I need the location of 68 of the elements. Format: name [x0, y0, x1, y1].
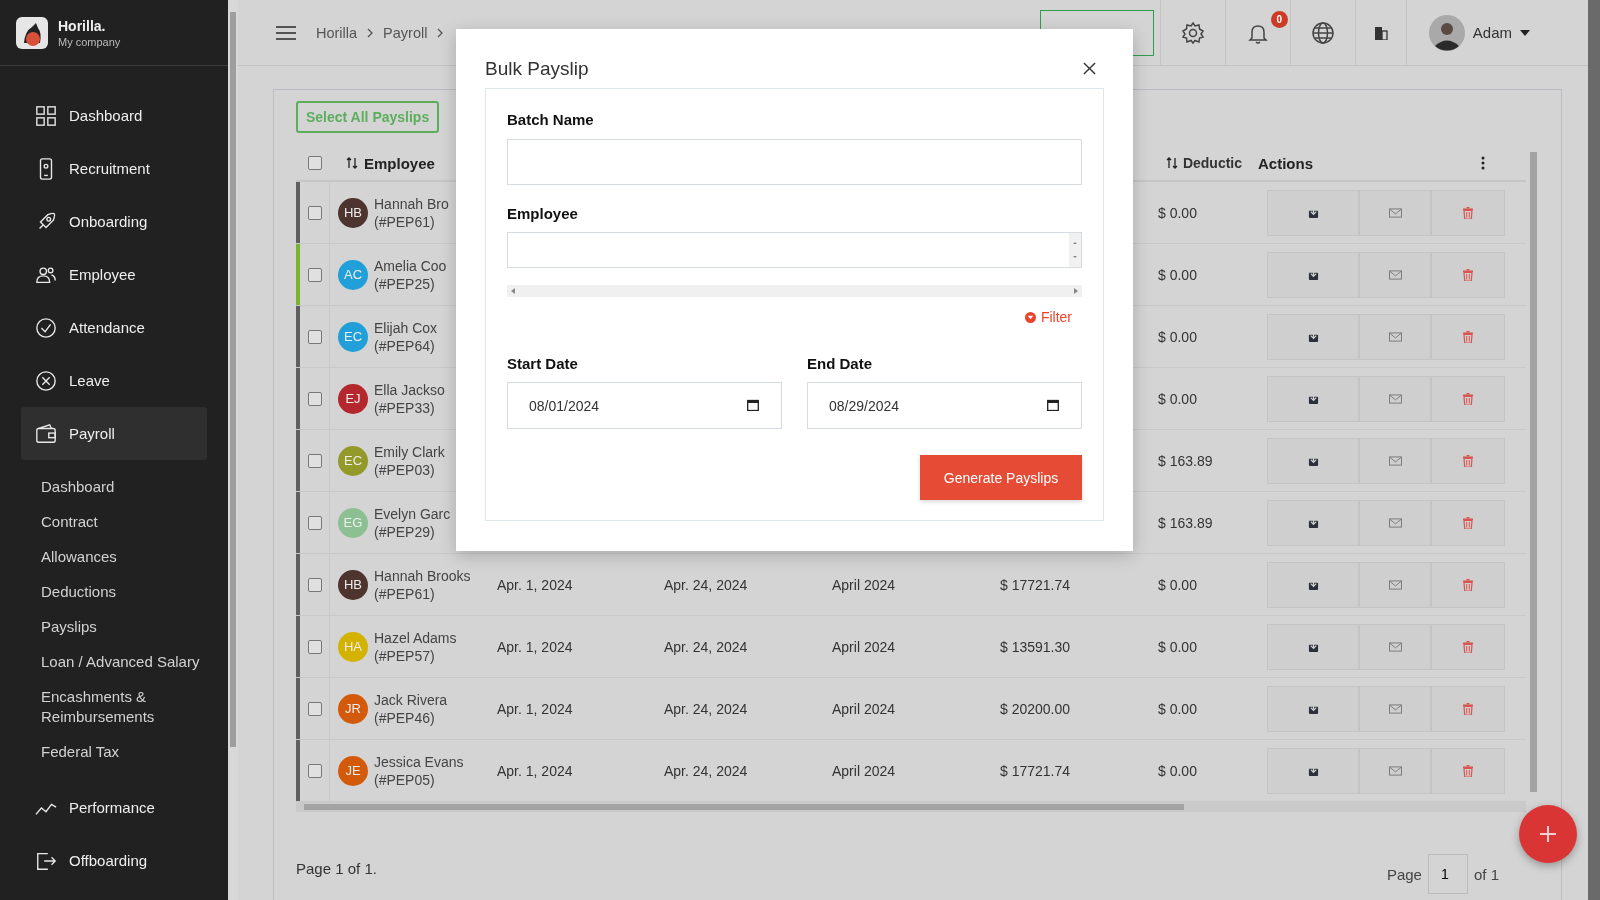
table-cell: $ 0.00	[1158, 700, 1197, 717]
table-cell: Apr. 24, 2024	[664, 700, 748, 717]
avatar: EC	[338, 445, 368, 476]
avatar: JE	[338, 755, 368, 786]
notification-count: 0	[1270, 10, 1288, 28]
page-info: Page 1 of 1.	[296, 859, 377, 877]
employee-name: Hannah Brooks	[374, 566, 471, 585]
employee-code: (#PEP03)	[374, 460, 436, 479]
employee-code: (#PEP05)	[374, 770, 436, 789]
avatar: HB	[338, 569, 368, 600]
employee-name: Ella Jackso	[374, 380, 445, 399]
table-cell: $ 0.00	[1158, 638, 1197, 655]
employee-code: (#PEP61)	[374, 212, 436, 231]
table-cell: $ 0.00	[1158, 266, 1197, 283]
avatar: HA	[338, 631, 368, 662]
employee-code: (#PEP64)	[374, 336, 436, 355]
table-cell: $ 20200.00	[1000, 700, 1071, 717]
table-cell: Apr. 1, 2024	[497, 638, 573, 655]
employee-name: Elijah Cox	[374, 318, 438, 337]
table-cell: Apr. 24, 2024	[664, 762, 748, 779]
avatar: HB	[338, 197, 368, 228]
table-cell: April 2024	[832, 576, 896, 593]
table-cell: $ 0.00	[1158, 390, 1197, 407]
table-cell: Apr. 24, 2024	[664, 638, 748, 655]
employee-name: Jack Rivera	[374, 690, 448, 709]
table-cell: $ 0.00	[1158, 576, 1197, 593]
table-cell: $ 0.00	[1158, 762, 1197, 779]
table-cell: $ 0.00	[1158, 328, 1197, 345]
page-total: of 1	[1473, 865, 1499, 883]
table-cell: April 2024	[832, 762, 896, 779]
employee-code: (#PEP29)	[374, 522, 436, 541]
avatar: AC	[338, 259, 368, 290]
avatar: EC	[338, 321, 368, 352]
employee-code: (#PEP57)	[374, 646, 436, 665]
page-label: Page	[1386, 865, 1422, 883]
table-cell: $ 17721.74	[1000, 576, 1071, 593]
field-label: End Date	[807, 355, 873, 372]
employee-code: (#PEP46)	[374, 708, 436, 727]
company-name: My company	[58, 35, 121, 48]
table-cell: Apr. 1, 2024	[497, 762, 573, 779]
employee-code: (#PEP33)	[374, 398, 436, 417]
employee-name: Jessica Evans	[374, 752, 464, 771]
employee-name: Hazel Adams	[374, 628, 457, 647]
column-header: Actions	[1258, 154, 1313, 172]
table-cell: Apr. 24, 2024	[664, 576, 748, 593]
table-cell: Apr. 1, 2024	[497, 576, 573, 593]
avatar: JR	[338, 693, 368, 724]
employee-name: Amelia Coo	[374, 256, 447, 275]
table-cell: April 2024	[832, 638, 896, 655]
dialog-title: Bulk Payslip	[485, 57, 589, 80]
table-cell: $ 13591.30	[1000, 638, 1071, 655]
employee-name: Hannah Bro	[374, 194, 449, 213]
employee-code: (#PEP25)	[374, 274, 436, 293]
field-label: Start Date	[507, 355, 579, 372]
table-cell: April 2024	[832, 700, 896, 717]
employee-name: Evelyn Garc	[374, 504, 451, 523]
field-label: Employee	[507, 205, 579, 222]
table-cell: Apr. 1, 2024	[497, 700, 573, 717]
table-cell: $ 17721.74	[1000, 762, 1071, 779]
field-label: Batch Name	[507, 111, 595, 128]
avatar: EJ	[338, 383, 368, 414]
table-cell: $ 0.00	[1158, 204, 1197, 221]
employee-name: Emily Clark	[374, 442, 445, 461]
table-cell: $ 163.89	[1158, 514, 1213, 531]
avatar: EG	[338, 507, 368, 538]
employee-code: (#PEP61)	[374, 584, 436, 603]
brand-name: Horilla.	[58, 17, 107, 34]
table-cell: $ 163.89	[1158, 452, 1213, 469]
